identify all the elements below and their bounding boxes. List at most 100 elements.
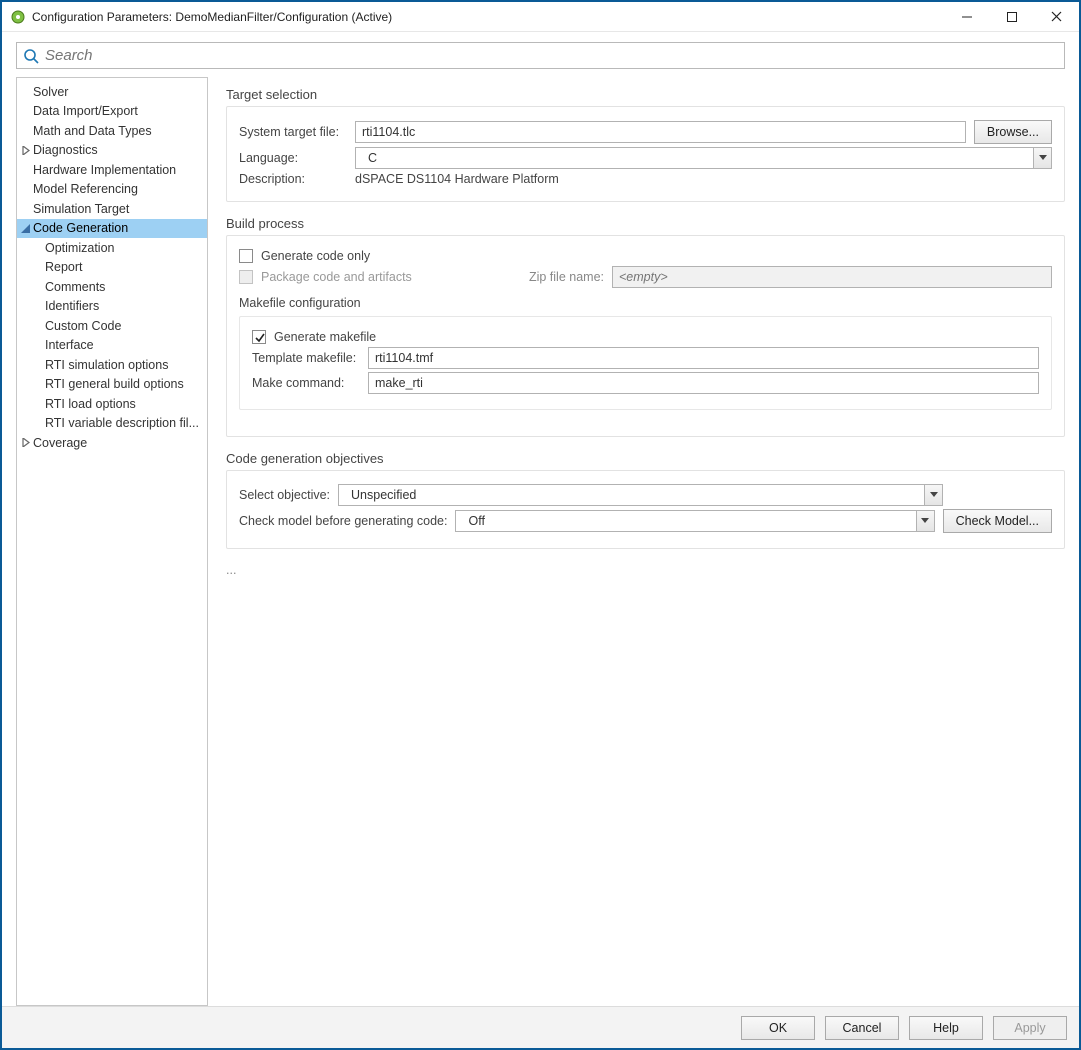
- input-template-makefile[interactable]: [368, 347, 1039, 369]
- select-objective[interactable]: Unspecified: [338, 484, 943, 506]
- tree-item[interactable]: Diagnostics: [17, 141, 207, 161]
- tree-item[interactable]: Interface: [17, 336, 207, 356]
- dialog-footer: OK Cancel Help Apply: [2, 1006, 1079, 1048]
- check-model-button[interactable]: Check Model...: [943, 509, 1052, 533]
- section-target: Target selection: [226, 87, 1065, 102]
- tree-item-label: Report: [45, 260, 83, 274]
- apply-button[interactable]: Apply: [993, 1016, 1067, 1040]
- tree-item[interactable]: Report: [17, 258, 207, 278]
- tree-item-label: RTI load options: [45, 397, 136, 411]
- check-generate-makefile[interactable]: Generate makefile: [252, 330, 376, 344]
- search-bar: [2, 32, 1079, 77]
- tree-item-label: Code Generation: [33, 221, 128, 235]
- label-make-command: Make command:: [252, 376, 360, 390]
- check-generate-code-only-label: Generate code only: [261, 249, 370, 263]
- label-zip: Zip file name:: [529, 270, 604, 284]
- tree-item[interactable]: Code Generation: [17, 219, 207, 239]
- select-check-model[interactable]: Off: [455, 510, 934, 532]
- caret-down-icon: [20, 224, 31, 233]
- panel-target: System target file: Browse... Language: …: [226, 106, 1065, 202]
- checkbox-icon: [239, 270, 253, 284]
- tree-item[interactable]: Math and Data Types: [17, 121, 207, 141]
- select-check-model-value: Off: [462, 514, 484, 528]
- ok-button[interactable]: OK: [741, 1016, 815, 1040]
- tree-item[interactable]: Model Referencing: [17, 180, 207, 200]
- tree-item[interactable]: RTI general build options: [17, 375, 207, 395]
- label-check-model: Check model before generating code:: [239, 514, 447, 528]
- window-controls: [944, 2, 1079, 31]
- tree-item[interactable]: RTI load options: [17, 394, 207, 414]
- tree-item[interactable]: Coverage: [17, 433, 207, 453]
- check-generate-code-only[interactable]: Generate code only: [239, 249, 370, 263]
- checkbox-checked-icon: [252, 330, 266, 344]
- select-objective-value: Unspecified: [345, 488, 416, 502]
- search-box[interactable]: [16, 42, 1065, 69]
- tree-item[interactable]: Data Import/Export: [17, 102, 207, 122]
- caret-right-icon: [20, 146, 31, 155]
- tree-item[interactable]: Simulation Target: [17, 199, 207, 219]
- nav-tree: Solver Data Import/Export Math and Data Ty…: [16, 77, 208, 1006]
- tree-item-label: RTI general build options: [45, 377, 184, 391]
- app-icon: [10, 9, 26, 25]
- cancel-button[interactable]: Cancel: [825, 1016, 899, 1040]
- tree-item-label: RTI variable description fil...: [45, 416, 199, 430]
- chevron-down-icon: [1033, 148, 1051, 168]
- title-bar: Configuration Parameters: DemoMedianFilt…: [2, 2, 1079, 32]
- tree-item[interactable]: Hardware Implementation: [17, 160, 207, 180]
- input-system-target[interactable]: [355, 121, 966, 143]
- tree-item[interactable]: Solver: [17, 82, 207, 102]
- input-zip: [612, 266, 1052, 288]
- caret-right-icon: [20, 438, 31, 447]
- input-make-command[interactable]: [368, 372, 1039, 394]
- subheader-makefile: Makefile configuration: [239, 296, 1052, 310]
- select-language-value: C: [362, 151, 377, 165]
- panel-objectives: Select objective: Unspecified Check mode…: [226, 470, 1065, 549]
- checkbox-icon: [239, 249, 253, 263]
- tree-item[interactable]: Custom Code: [17, 316, 207, 336]
- chevron-down-icon: [916, 511, 934, 531]
- tree-item-label: Comments: [45, 280, 105, 294]
- check-package-code: Package code and artifacts: [239, 270, 412, 284]
- maximize-button[interactable]: [989, 2, 1034, 31]
- check-generate-makefile-label: Generate makefile: [274, 330, 376, 344]
- help-button[interactable]: Help: [909, 1016, 983, 1040]
- minimize-button[interactable]: [944, 2, 989, 31]
- check-package-code-label: Package code and artifacts: [261, 270, 412, 284]
- label-language: Language:: [239, 151, 347, 165]
- more-indicator: ...: [226, 563, 1065, 577]
- tree-item-label: Interface: [45, 338, 94, 352]
- tree-item[interactable]: RTI simulation options: [17, 355, 207, 375]
- tree-item-label: Data Import/Export: [33, 104, 138, 118]
- tree-item[interactable]: Optimization: [17, 238, 207, 258]
- section-build: Build process: [226, 216, 1065, 231]
- browse-button[interactable]: Browse...: [974, 120, 1052, 144]
- tree-item[interactable]: Identifiers: [17, 297, 207, 317]
- tree-item-label: Identifiers: [45, 299, 99, 313]
- tree-item-label: Hardware Implementation: [33, 163, 176, 177]
- tree-item-label: Diagnostics: [33, 143, 98, 157]
- tree-item-label: Coverage: [33, 436, 87, 450]
- search-icon: [23, 48, 39, 64]
- close-button[interactable]: [1034, 2, 1079, 31]
- tree-item[interactable]: Comments: [17, 277, 207, 297]
- label-system-target: System target file:: [239, 125, 347, 139]
- select-language[interactable]: C: [355, 147, 1052, 169]
- label-description: Description:: [239, 172, 347, 186]
- tree-item-label: Simulation Target: [33, 202, 129, 216]
- label-select-objective: Select objective:: [239, 488, 330, 502]
- tree-item-label: Model Referencing: [33, 182, 138, 196]
- panel-makefile: Generate makefile Template makefile: Mak…: [239, 316, 1052, 410]
- tree-item-label: RTI simulation options: [45, 358, 168, 372]
- section-objectives: Code generation objectives: [226, 451, 1065, 466]
- label-template-makefile: Template makefile:: [252, 351, 360, 365]
- tree-item-label: Optimization: [45, 241, 114, 255]
- text-description: dSPACE DS1104 Hardware Platform: [355, 172, 559, 186]
- panel-build: Generate code only Package code and arti…: [226, 235, 1065, 437]
- chevron-down-icon: [924, 485, 942, 505]
- tree-item[interactable]: RTI variable description fil...: [17, 414, 207, 434]
- content-pane: Target selection System target file: Bro…: [208, 77, 1065, 1006]
- tree-item-label: Custom Code: [45, 319, 121, 333]
- search-input[interactable]: [43, 43, 1058, 68]
- tree-item-label: Solver: [33, 85, 68, 99]
- window-title: Configuration Parameters: DemoMedianFilt…: [32, 10, 944, 24]
